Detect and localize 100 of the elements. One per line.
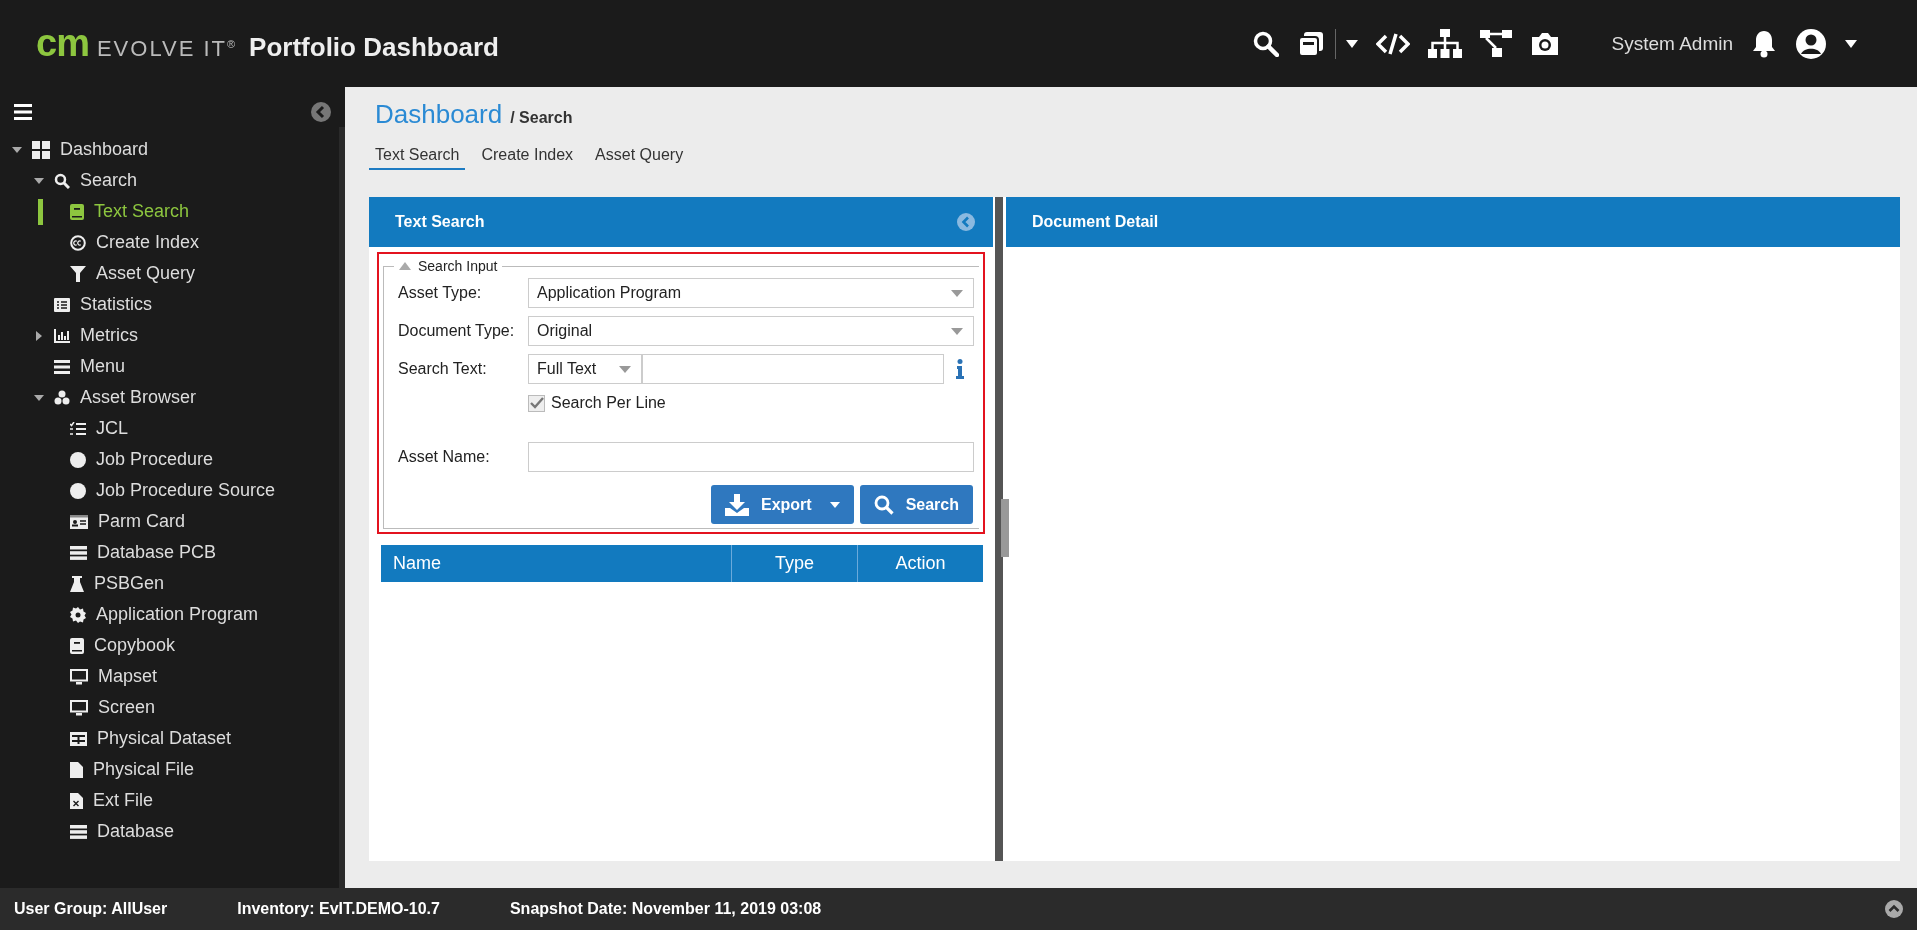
- download-icon: [724, 493, 749, 516]
- search-icon: [873, 494, 894, 515]
- grid-icon: [32, 140, 50, 159]
- sidebar-item[interactable]: Dashboard: [0, 134, 337, 165]
- document-type-dropdown[interactable]: Original: [528, 316, 974, 346]
- server-icon: [70, 545, 87, 560]
- sidebar-item[interactable]: Job Procedure Source: [0, 475, 337, 506]
- panel-title: Text Search: [395, 213, 485, 231]
- breadcrumb-current: / Search: [510, 109, 573, 127]
- bars-icon: [54, 359, 70, 374]
- sidebar-item[interactable]: Statistics: [0, 289, 337, 320]
- asset-name-field[interactable]: [528, 442, 974, 472]
- caret-down-icon[interactable]: [34, 394, 44, 401]
- sidebar-item[interactable]: Ext File: [0, 785, 337, 816]
- funnel-icon: [70, 265, 86, 282]
- book-icon: [70, 203, 84, 220]
- circle-icon: [70, 482, 86, 499]
- sidebar-item[interactable]: Physical File: [0, 754, 337, 785]
- caret-icon: [951, 327, 963, 335]
- tab[interactable]: Asset Query: [589, 142, 690, 170]
- scroll-up-icon[interactable]: [1885, 900, 1903, 918]
- sidebar-item[interactable]: Parm Card: [0, 506, 337, 537]
- column-header[interactable]: Type: [731, 545, 857, 582]
- sidebar-item[interactable]: Physical Dataset: [0, 723, 337, 754]
- field-label: Asset Type:: [398, 284, 483, 302]
- sidebar-item[interactable]: Search: [0, 165, 337, 196]
- caret-icon[interactable]: [1345, 39, 1358, 48]
- splitter-handle[interactable]: [1001, 499, 1009, 557]
- tab[interactable]: Text Search: [369, 142, 466, 170]
- book-icon: [70, 637, 84, 654]
- status-text: User Group: AllUser: [14, 900, 168, 918]
- monitor-icon: [70, 699, 88, 716]
- bell-icon[interactable]: [1751, 29, 1777, 58]
- sidebar-item[interactable]: Create Index: [0, 227, 337, 258]
- avatar-icon[interactable]: [1795, 27, 1827, 60]
- sidebar-item[interactable]: Text Search: [0, 196, 337, 227]
- search-icon: [54, 172, 70, 189]
- caret-down-icon[interactable]: [12, 146, 22, 153]
- sidebar-item[interactable]: Mapset: [0, 661, 337, 692]
- sidebar-item[interactable]: Database: [0, 816, 337, 847]
- field-label: Document Type:: [398, 322, 516, 340]
- field-label: Search Text:: [398, 360, 488, 378]
- export-button[interactable]: Export: [710, 485, 854, 524]
- sidebar-item[interactable]: Job Procedure: [0, 444, 337, 475]
- sidebar-item[interactable]: Database PCB: [0, 537, 337, 568]
- flask-icon: [70, 575, 84, 592]
- file-icon: [70, 761, 83, 778]
- app-title: Portfolio Dashboard: [249, 32, 499, 63]
- server-icon: [70, 824, 87, 839]
- caret-down-icon[interactable]: [34, 177, 44, 184]
- asset-type-dropdown[interactable]: Application Program: [528, 278, 974, 308]
- caret-icon[interactable]: [1845, 39, 1857, 48]
- logo-text: EVOLVE IT$^{®}$: [96, 36, 238, 62]
- info-icon[interactable]: [956, 359, 964, 379]
- logo-mark: cm: [36, 24, 89, 62]
- monitor-icon: [70, 668, 88, 685]
- menu-icon[interactable]: [14, 103, 32, 120]
- cc-icon: [70, 234, 86, 251]
- sidebar-item[interactable]: PSBGen: [0, 568, 337, 599]
- sidebar-item[interactable]: Asset Browser: [0, 382, 337, 413]
- checkbox[interactable]: [528, 394, 545, 412]
- table-icon: [70, 731, 87, 746]
- list-icon: [54, 297, 70, 312]
- sitemap-icon[interactable]: [1427, 28, 1462, 59]
- sidebar-item[interactable]: Asset Query: [0, 258, 337, 289]
- status-text: Snapshot Date: November 11, 2019 03:08: [509, 900, 822, 918]
- search-text-field[interactable]: [642, 354, 944, 384]
- sidebar-item[interactable]: Screen: [0, 692, 337, 723]
- tab[interactable]: Create Index: [475, 142, 580, 170]
- code-icon[interactable]: [1375, 31, 1410, 56]
- group-title: Search Input: [418, 258, 498, 274]
- checklist-icon: [70, 421, 86, 436]
- field-label: Asset Name:: [398, 448, 491, 466]
- sidebar-item[interactable]: JCL: [0, 413, 337, 444]
- chart-icon: [54, 328, 70, 343]
- search-button[interactable]: Search: [859, 485, 973, 524]
- sidebar-item[interactable]: Metrics: [0, 320, 337, 351]
- sidebar-item[interactable]: Application Program: [0, 599, 337, 630]
- gear-icon: [70, 606, 86, 623]
- search-icon[interactable]: [1252, 30, 1279, 57]
- caret-icon: [829, 501, 840, 508]
- checkbox-label: Search Per Line: [551, 394, 666, 412]
- caret-icon: [951, 289, 963, 297]
- camera-icon[interactable]: [1529, 30, 1560, 57]
- id-card-icon: [70, 514, 88, 529]
- cubes-icon: [54, 390, 70, 405]
- circle-icon: [70, 451, 86, 468]
- selection-bar: [38, 199, 43, 225]
- column-header[interactable]: Action: [857, 545, 983, 582]
- search-mode-dropdown[interactable]: Full Text: [528, 354, 642, 384]
- flowchart-icon[interactable]: [1479, 29, 1512, 58]
- caret-right-icon[interactable]: [34, 330, 44, 341]
- status-text: Inventory: EvIT.DEMO-10.7: [237, 900, 440, 918]
- collapse-icon[interactable]: [311, 101, 331, 122]
- sidebar-item[interactable]: Copybook: [0, 630, 337, 661]
- user-name[interactable]: System Admin: [1611, 32, 1733, 55]
- excel-file-icon: [70, 792, 83, 809]
- panel-title: Document Detail: [1032, 213, 1159, 231]
- column-header[interactable]: Name: [381, 545, 731, 582]
- sidebar-item[interactable]: Menu: [0, 351, 337, 382]
